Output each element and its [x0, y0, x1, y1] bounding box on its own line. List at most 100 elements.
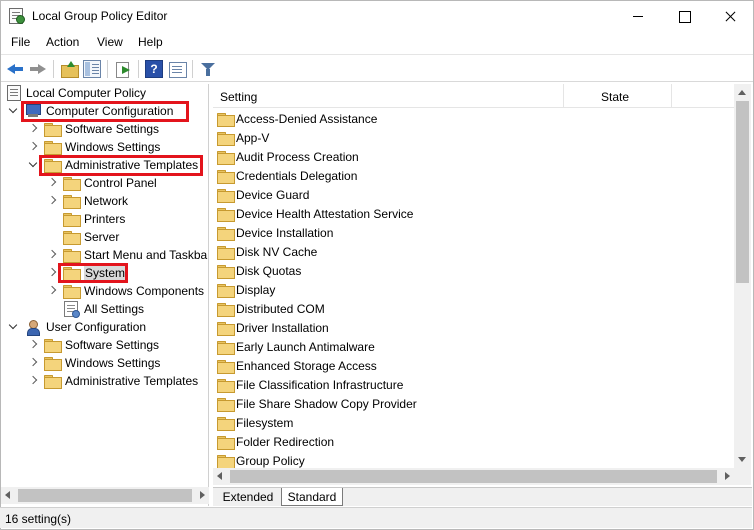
tree-item-windows-components[interactable]: Windows Components — [1, 282, 208, 300]
toolbar-separator — [192, 60, 193, 78]
list-item[interactable]: Disk NV Cache — [213, 242, 734, 261]
back-arrow-icon[interactable] — [6, 60, 24, 78]
tree-item-local-computer-policy[interactable]: Local Computer Policy — [1, 84, 208, 102]
scroll-corner — [734, 468, 751, 485]
list-item[interactable]: Audit Process Creation — [213, 147, 734, 166]
tab-extended[interactable]: Extended — [215, 488, 281, 506]
chevron-right-icon[interactable] — [47, 196, 57, 206]
filter-icon[interactable] — [199, 60, 217, 78]
tree-item-control-panel[interactable]: Control Panel — [1, 174, 208, 192]
chevron-down-icon[interactable] — [8, 322, 18, 332]
list-item-label: Display — [236, 283, 276, 297]
maximize-button[interactable] — [661, 1, 707, 31]
scroll-thumb[interactable] — [18, 489, 192, 502]
folder-icon — [217, 189, 235, 203]
chevron-right-icon[interactable] — [28, 376, 38, 386]
tree-horizontal-scrollbar[interactable] — [1, 487, 209, 504]
settings-list-pane: Setting State Access-Denied Assistance Ap… — [213, 84, 752, 487]
list-item[interactable]: Early Launch Antimalware — [213, 337, 734, 356]
tree-item-cc-software-settings[interactable]: Software Settings — [1, 120, 208, 138]
folder-icon — [217, 113, 235, 127]
column-header-state[interactable]: State — [601, 90, 629, 104]
folder-icon — [217, 151, 235, 165]
scroll-thumb[interactable] — [736, 101, 749, 283]
close-button[interactable] — [707, 1, 753, 31]
list-item[interactable]: App-V — [213, 128, 734, 147]
highlight-administrative-templates — [39, 155, 203, 176]
folder-icon — [217, 360, 235, 374]
export-list-icon[interactable] — [114, 60, 132, 78]
chevron-right-icon[interactable] — [28, 340, 38, 350]
list-item[interactable]: Distributed COM — [213, 299, 734, 318]
scroll-thumb[interactable] — [230, 470, 717, 483]
chevron-right-icon[interactable] — [47, 286, 57, 296]
list-horizontal-scrollbar[interactable] — [213, 468, 734, 485]
list-item[interactable]: Enhanced Storage Access — [213, 356, 734, 375]
tree-item-user-configuration[interactable]: User Configuration — [1, 318, 208, 336]
list-item[interactable]: Filesystem — [213, 413, 734, 432]
status-bar: 16 setting(s) — [0, 507, 752, 528]
tree-item-all-settings[interactable]: All Settings — [1, 300, 208, 318]
scroll-down-icon[interactable] — [738, 457, 746, 462]
list-item[interactable]: Folder Redirection — [213, 432, 734, 451]
folder-icon — [217, 455, 235, 469]
forward-arrow-icon[interactable] — [29, 60, 47, 78]
tree-item-label: Printers — [84, 212, 126, 226]
list-item[interactable]: Device Health Attestation Service — [213, 204, 734, 223]
menu-action[interactable]: Action — [46, 35, 79, 49]
folder-icon — [217, 398, 235, 412]
folder-icon — [44, 375, 62, 389]
highlight-computer-configuration — [21, 101, 189, 122]
list-item[interactable]: Driver Installation — [213, 318, 734, 337]
list-item[interactable]: Credentials Delegation — [213, 166, 734, 185]
chevron-right-icon[interactable] — [28, 358, 38, 368]
tab-standard[interactable]: Standard — [281, 488, 343, 506]
show-hide-tree-icon[interactable] — [83, 60, 101, 78]
tree-item-label: Local Computer Policy — [26, 86, 147, 100]
tree-item-label: Software Settings — [65, 338, 160, 352]
list-vertical-scrollbar[interactable] — [734, 84, 751, 468]
chevron-right-icon[interactable] — [28, 124, 38, 134]
list-item[interactable]: Device Installation — [213, 223, 734, 242]
column-header-setting[interactable]: Setting — [220, 90, 257, 104]
tree-item-server[interactable]: Server — [1, 228, 208, 246]
tree-item-uc-software-settings[interactable]: Software Settings — [1, 336, 208, 354]
help-icon[interactable]: ? — [145, 60, 163, 78]
chevron-down-icon[interactable] — [28, 160, 38, 170]
list-item[interactable]: Display — [213, 280, 734, 299]
folder-icon — [63, 195, 81, 209]
tree-item-printers[interactable]: Printers — [1, 210, 208, 228]
list-item-label: Audit Process Creation — [236, 150, 359, 164]
minimize-button[interactable] — [615, 1, 661, 31]
column-divider[interactable] — [671, 84, 672, 108]
list-item[interactable]: Device Guard — [213, 185, 734, 204]
chevron-right-icon[interactable] — [47, 250, 57, 260]
scroll-up-icon[interactable] — [738, 90, 746, 95]
scroll-right-icon[interactable] — [725, 472, 730, 480]
scroll-left-icon[interactable] — [5, 491, 10, 499]
chevron-down-icon[interactable] — [8, 106, 18, 116]
tree-item-network[interactable]: Network — [1, 192, 208, 210]
up-one-level-icon[interactable] — [60, 60, 79, 78]
column-divider[interactable] — [563, 84, 564, 108]
chevron-right-icon[interactable] — [47, 268, 57, 278]
tree-item-start-menu-and-taskbar[interactable]: Start Menu and Taskbar — [1, 246, 208, 264]
folder-icon — [44, 123, 62, 137]
tree-item-cc-windows-settings[interactable]: Windows Settings — [1, 138, 208, 156]
properties-icon[interactable] — [168, 60, 187, 78]
chevron-right-icon[interactable] — [28, 142, 38, 152]
menu-view[interactable]: View — [97, 35, 123, 49]
scroll-right-icon[interactable] — [200, 491, 205, 499]
scroll-left-icon[interactable] — [217, 472, 222, 480]
list-item[interactable]: Access-Denied Assistance — [213, 109, 734, 128]
tree-item-uc-windows-settings[interactable]: Windows Settings — [1, 354, 208, 372]
menu-file[interactable]: File — [11, 35, 30, 49]
tree-item-label: Windows Settings — [65, 140, 161, 154]
list-item[interactable]: File Share Shadow Copy Provider — [213, 394, 734, 413]
status-text: 16 setting(s) — [5, 512, 72, 526]
menu-help[interactable]: Help — [138, 35, 163, 49]
list-item[interactable]: Disk Quotas — [213, 261, 734, 280]
list-item[interactable]: File Classification Infrastructure — [213, 375, 734, 394]
chevron-right-icon[interactable] — [47, 178, 57, 188]
tree-item-uc-administrative-templates[interactable]: Administrative Templates — [1, 372, 208, 390]
